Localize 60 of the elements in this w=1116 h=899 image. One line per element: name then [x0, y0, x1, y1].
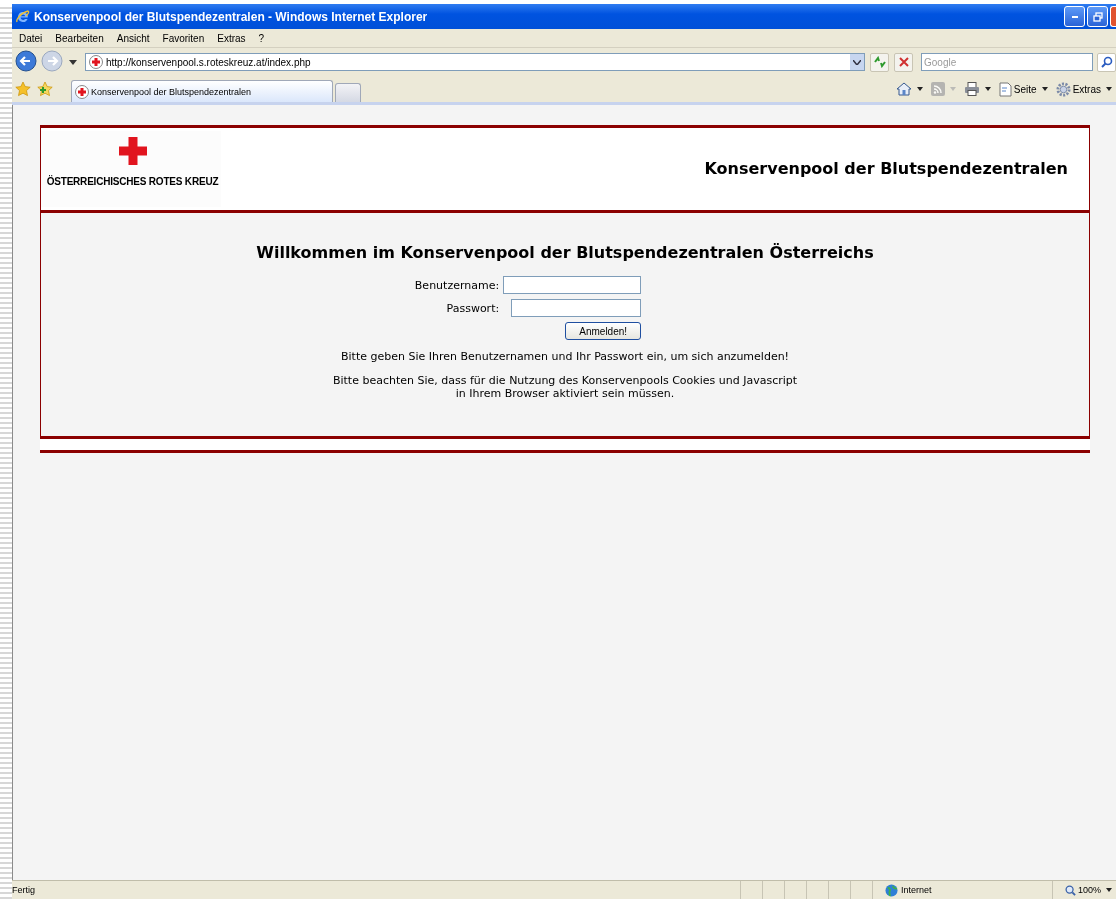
info-text: Bitte beachten Sie, dass für die Nutzung des Konservenpools Cookies und Javascript in Ihrem Browser aktiviert sein müssen. — [332, 374, 798, 400]
menu-item[interactable]: Bearbeiten — [55, 32, 104, 44]
login-button[interactable]: Anmelden! — [565, 322, 642, 340]
browser-tab[interactable]: Konservenpool der Blutspendezentralen — [71, 80, 333, 102]
menu-item[interactable]: Extras — [217, 32, 246, 44]
menu-item[interactable]: ? — [258, 32, 265, 44]
info-text: Bitte geben Sie Ihren Benutzernamen und Ihr Passwort ein, um sich anzumelden! — [340, 350, 790, 363]
search-button[interactable] — [1097, 52, 1116, 72]
caret-icon — [916, 87, 923, 91]
address-dropdown-button[interactable] — [850, 54, 864, 70]
caret-icon — [1106, 888, 1112, 892]
site-title: Konservenpool der Blutspendezentralen — [704, 158, 1068, 178]
home-button[interactable] — [895, 81, 923, 97]
globe-icon — [884, 883, 898, 897]
cross-emblem-icon — [89, 55, 103, 69]
minimize-icon — [1071, 15, 1078, 18]
menu-item[interactable]: Datei — [19, 32, 43, 44]
status-text: Fertig — [12, 885, 36, 895]
window-title: Konservenpool der Blutspendezentralen - Windows Internet Explorer — [34, 9, 428, 24]
security-zone: Internet — [900, 885, 932, 895]
document-icon — [998, 81, 1012, 97]
page-heading: Willkommen im Konservenpool der Blutspendezentralen Österreichs — [256, 243, 874, 262]
close-icon — [898, 57, 909, 67]
field-label: Benutzername: — [414, 278, 500, 292]
input-field[interactable] — [511, 299, 642, 317]
add-favorite-icon[interactable] — [37, 81, 53, 97]
caret-icon — [1041, 87, 1048, 91]
magnifier-icon — [1064, 884, 1076, 896]
back-button[interactable] — [14, 50, 38, 74]
chevron-down-icon — [853, 59, 861, 65]
dropdown-arrow-icon[interactable] — [69, 59, 77, 65]
stop-button[interactable] — [894, 52, 913, 72]
print-button[interactable] — [963, 81, 991, 97]
minimize-button[interactable] — [1064, 6, 1085, 27]
refresh-icon — [872, 56, 887, 68]
gear-icon — [1055, 81, 1071, 97]
search-field[interactable]: Google — [921, 53, 1093, 71]
caret-icon — [984, 87, 991, 91]
caret-icon — [949, 87, 956, 91]
house-icon — [895, 81, 912, 97]
restore-button[interactable] — [1087, 6, 1108, 27]
search-icon — [1100, 56, 1113, 68]
cross-emblem-icon — [75, 84, 89, 99]
cross-emblem-icon — [118, 137, 147, 165]
address-field[interactable]: http://konservenpool.s.roteskreuz.at/index.php — [85, 53, 865, 71]
page-menu-button[interactable]: Seite — [998, 81, 1048, 97]
caret-icon — [1106, 87, 1112, 91]
tools-menu-button[interactable]: Extras — [1055, 81, 1112, 97]
input-field[interactable] — [503, 276, 642, 294]
menu-item[interactable]: Favoriten — [162, 32, 205, 44]
restore-icon — [1092, 11, 1103, 22]
browser-logo-icon — [15, 8, 31, 25]
refresh-button[interactable] — [870, 52, 889, 72]
menu-item[interactable]: Ansicht — [116, 32, 150, 44]
feed-icon — [930, 82, 945, 96]
field-label: Passwort: — [445, 301, 500, 315]
favorites-star-icon[interactable] — [15, 81, 31, 97]
zoom-button[interactable]: 100% — [1051, 881, 1116, 899]
close-button[interactable] — [1110, 6, 1116, 27]
printer-icon — [963, 82, 980, 96]
